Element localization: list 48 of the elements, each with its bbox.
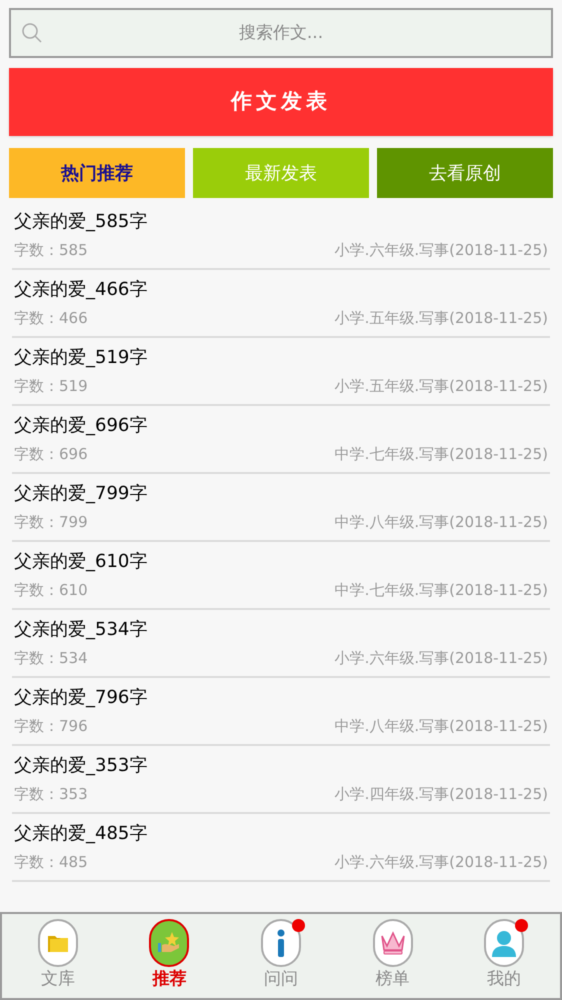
article-category: 小学.五年级.写事(2018-11-25) xyxy=(334,376,548,397)
category-tab[interactable]: 去看原创 xyxy=(377,148,553,198)
article-category: 小学.六年级.写事(2018-11-25) xyxy=(334,852,548,873)
article-title[interactable]: 父亲的爱_485字 xyxy=(12,821,550,847)
nav-tab[interactable]: 推荐 xyxy=(114,914,226,998)
article-title[interactable]: 父亲的爱_519字 xyxy=(12,345,550,371)
nav-tab[interactable]: 我的 xyxy=(448,914,560,998)
word-count: 字数：534 xyxy=(14,648,88,669)
article-title[interactable]: 父亲的爱_799字 xyxy=(12,481,550,507)
word-count: 字数：585 xyxy=(14,240,88,261)
article-category: 小学.六年级.写事(2018-11-25) xyxy=(334,648,548,669)
article-category: 小学.六年级.写事(2018-11-25) xyxy=(334,240,548,261)
publish-button[interactable]: 作文发表 xyxy=(9,68,553,136)
nav-tab[interactable]: 问问 xyxy=(225,914,337,998)
word-count: 字数：353 xyxy=(14,784,88,805)
article-category: 中学.七年级.写事(2018-11-25) xyxy=(334,580,548,601)
article-category: 中学.八年级.写事(2018-11-25) xyxy=(334,512,548,533)
article-title[interactable]: 父亲的爱_585字 xyxy=(12,209,550,235)
article-title[interactable]: 父亲的爱_466字 xyxy=(12,277,550,303)
article-title[interactable]: 父亲的爱_353字 xyxy=(12,753,550,779)
nav-tab[interactable]: 榜单 xyxy=(336,914,448,998)
article-category: 小学.四年级.写事(2018-11-25) xyxy=(334,784,548,805)
word-count: 字数：519 xyxy=(14,376,88,397)
article-title[interactable]: 父亲的爱_534字 xyxy=(12,617,550,643)
nav-label[interactable]: 推荐 xyxy=(152,967,186,991)
word-count: 字数：485 xyxy=(14,852,88,873)
nav-label[interactable]: 文库 xyxy=(40,967,75,991)
crown-icon xyxy=(378,930,407,956)
user-icon xyxy=(491,929,518,957)
article-title[interactable]: 父亲的爱_610字 xyxy=(12,549,550,575)
article-title[interactable]: 父亲的爱_796字 xyxy=(12,685,550,711)
word-count: 字数：610 xyxy=(14,580,88,601)
word-count: 字数：696 xyxy=(14,444,88,465)
article-category: 小学.五年级.写事(2018-11-25) xyxy=(334,308,548,329)
category-tab[interactable]: 热门推荐 xyxy=(9,148,185,198)
info-icon xyxy=(276,929,286,957)
nav-tab[interactable]: 文库 xyxy=(2,914,114,998)
nav-label[interactable]: 我的 xyxy=(487,967,522,991)
article-category: 中学.八年级.写事(2018-11-25) xyxy=(334,716,548,737)
article-title[interactable]: 父亲的爱_696字 xyxy=(12,413,550,439)
word-count: 字数：796 xyxy=(14,716,88,737)
nav-label[interactable]: 榜单 xyxy=(376,967,410,991)
search-field[interactable]: 搜索作文... xyxy=(9,8,553,58)
nav-label[interactable]: 问问 xyxy=(264,967,298,991)
search-icon xyxy=(21,22,43,44)
word-count: 字数：799 xyxy=(14,512,88,533)
word-count: 字数：466 xyxy=(14,308,88,329)
article-category: 中学.七年级.写事(2018-11-25) xyxy=(334,444,548,465)
